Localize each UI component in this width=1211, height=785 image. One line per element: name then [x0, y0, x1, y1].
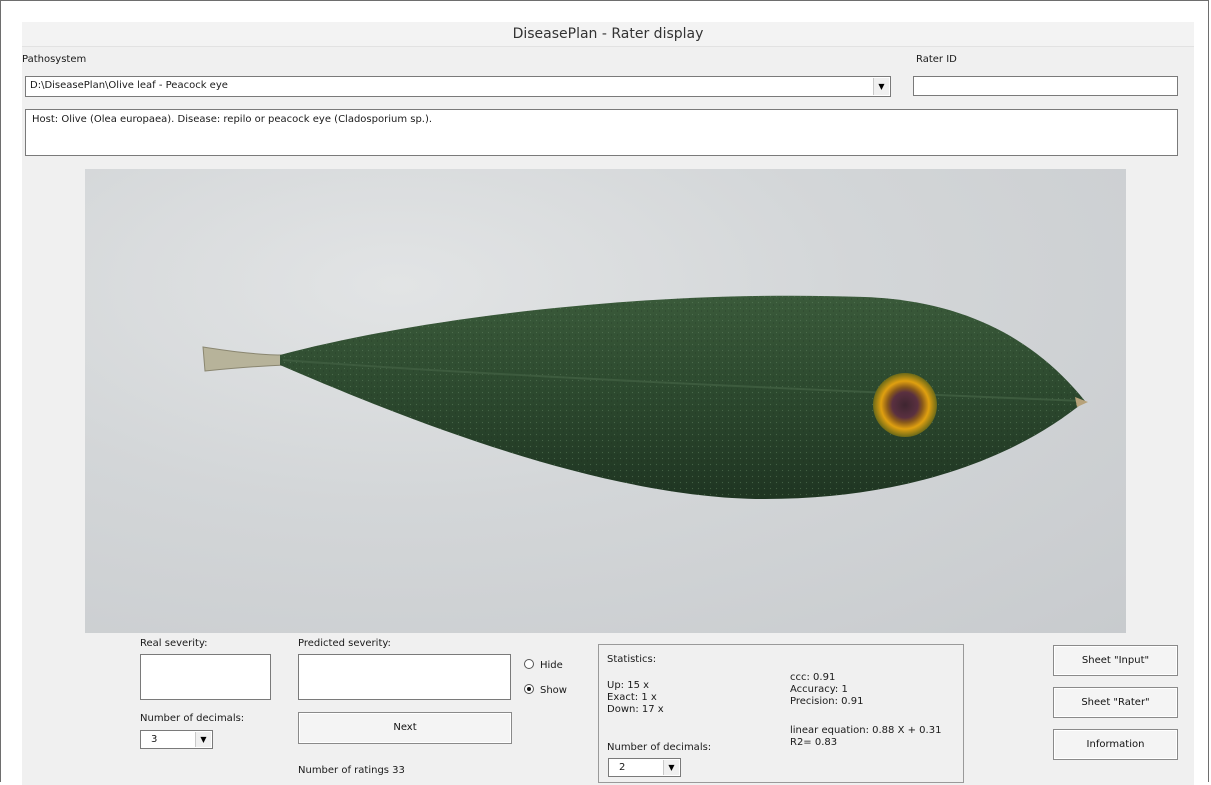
sheet-input-button-label: Sheet "Input" — [1081, 655, 1150, 666]
real-decimals-select[interactable]: 3 ▼ — [140, 730, 213, 749]
radio-icon — [524, 659, 534, 669]
stat-down: Down: 17 x — [607, 704, 664, 715]
stat-r2: R2= 0.83 — [790, 737, 838, 748]
stat-precision: Precision: 0.91 — [790, 696, 864, 707]
stat-exact: Exact: 1 x — [607, 692, 657, 703]
sheet-rater-button-label: Sheet "Rater" — [1081, 697, 1150, 708]
real-severity-field[interactable] — [140, 654, 271, 700]
chevron-down-icon[interactable]: ▼ — [195, 732, 211, 747]
window-title: DiseasePlan - Rater display — [22, 22, 1194, 47]
predicted-severity-input[interactable] — [298, 654, 511, 700]
leaf-image — [85, 169, 1126, 633]
stat-up: Up: 15 x — [607, 680, 650, 691]
show-radio-label: Show — [540, 685, 567, 696]
pathosystem-label: Pathosystem — [22, 54, 87, 65]
stat-ccc: ccc: 0.91 — [790, 672, 836, 683]
chevron-down-icon[interactable]: ▼ — [873, 78, 889, 95]
rater-display-window: DiseasePlan - Rater display Pathosystem … — [22, 22, 1194, 785]
pathosystem-value: D:\DiseasePlan\Olive leaf - Peacock eye — [30, 80, 228, 91]
olive-leaf-picture — [202, 295, 1088, 499]
ratings-count: Number of ratings 33 — [298, 765, 405, 776]
stat-decimals-label: Number of decimals: — [607, 742, 712, 753]
statistics-title: Statistics: — [607, 654, 657, 665]
information-button-label: Information — [1086, 739, 1145, 750]
next-button-label: Next — [393, 722, 417, 733]
stat-decimals-value: 2 — [619, 762, 626, 773]
chevron-down-icon[interactable]: ▼ — [663, 760, 679, 775]
stat-accuracy: Accuracy: 1 — [790, 684, 848, 695]
host-description-text: Host: Olive (Olea europaea). Disease: re… — [32, 114, 433, 125]
stat-decimals-select[interactable]: 2 ▼ — [608, 758, 681, 777]
information-button[interactable]: Information — [1053, 729, 1178, 760]
real-decimals-value: 3 — [151, 734, 158, 745]
statistics-panel: Statistics: Up: 15 x Exact: 1 x Down: 17… — [598, 644, 964, 783]
radio-icon — [524, 684, 534, 694]
real-decimals-label: Number of decimals: — [140, 713, 245, 724]
real-severity-label: Real severity: — [140, 638, 208, 649]
host-description-box[interactable]: Host: Olive (Olea europaea). Disease: re… — [25, 109, 1178, 156]
pathosystem-select[interactable]: D:\DiseasePlan\Olive leaf - Peacock eye … — [25, 76, 891, 97]
hide-radio-label: Hide — [540, 660, 563, 671]
sheet-rater-button[interactable]: Sheet "Rater" — [1053, 687, 1178, 718]
next-button[interactable]: Next — [298, 712, 512, 744]
predicted-severity-label: Predicted severity: — [298, 638, 391, 649]
stat-linear-equation: linear equation: 0.88 X + 0.31 — [790, 725, 942, 736]
rater-id-label: Rater ID — [916, 54, 957, 65]
show-radio[interactable]: Show — [524, 684, 567, 696]
sheet-input-button[interactable]: Sheet "Input" — [1053, 645, 1178, 676]
rater-id-input[interactable] — [913, 76, 1178, 96]
hide-radio[interactable]: Hide — [524, 659, 563, 671]
